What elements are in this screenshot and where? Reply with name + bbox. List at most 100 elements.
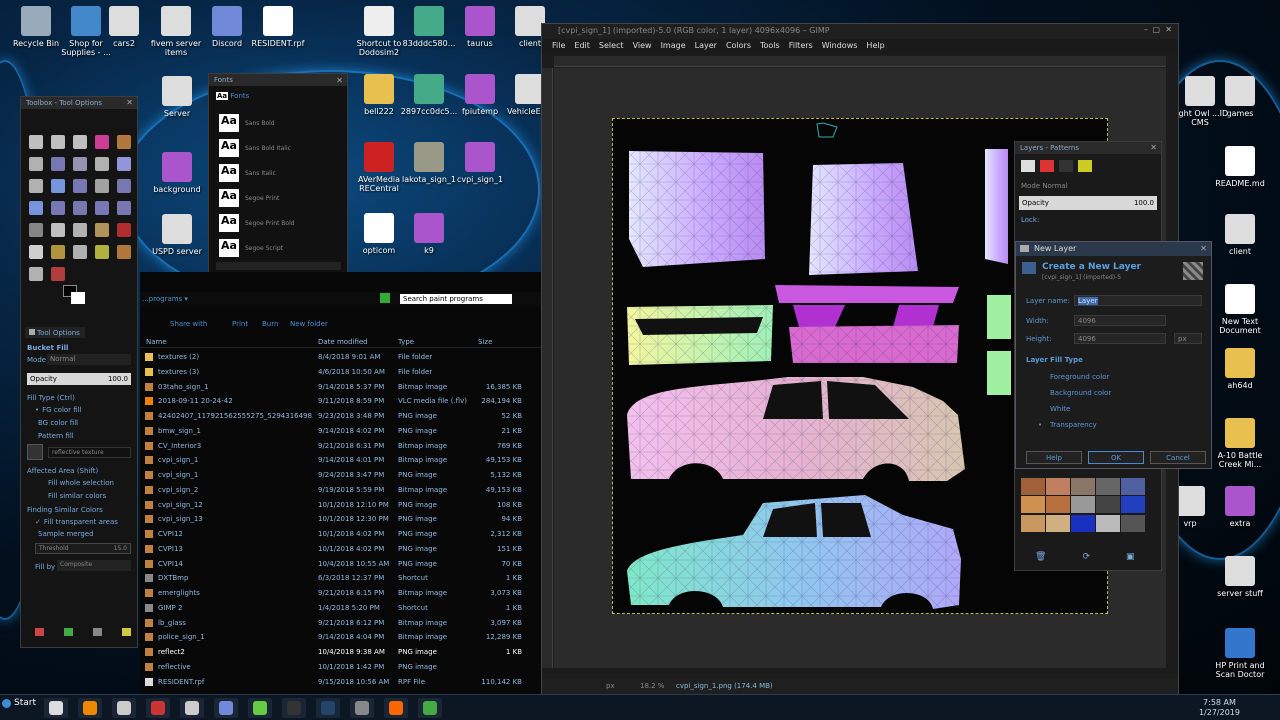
file-row[interactable]: cvpi_sign_1 9/14/2018 4:01 PM Bitmap image… bbox=[140, 453, 542, 468]
font-list-item[interactable]: Aa Segoe Script bbox=[219, 237, 337, 262]
file-row[interactable]: textures (3) 4/6/2018 10:50 AM File folder bbox=[140, 365, 542, 380]
taskbar-app[interactable] bbox=[316, 698, 340, 718]
file-row[interactable]: CVPI13 10/1/2018 4:02 PM PNG image 151 KB bbox=[140, 542, 542, 557]
free-select-tool-icon[interactable] bbox=[73, 135, 87, 149]
menu-layer[interactable]: Layer bbox=[695, 41, 717, 52]
unit-select[interactable]: px bbox=[606, 682, 615, 690]
pattern-swatch[interactable] bbox=[1046, 478, 1070, 495]
file-row[interactable]: textures (2) 8/4/2018 9:01 AM File folder bbox=[140, 350, 542, 365]
menu-select[interactable]: Select bbox=[599, 41, 624, 52]
fuzzy-select-tool-icon[interactable] bbox=[95, 135, 109, 149]
desktop-icon[interactable]: A-10 Battle Creek Mi... bbox=[1208, 418, 1272, 469]
close-icon[interactable]: ✕ bbox=[1165, 25, 1172, 34]
desktop-icon[interactable]: Server bbox=[145, 76, 209, 118]
taskbar-app[interactable] bbox=[214, 698, 238, 718]
ok-button[interactable]: OK bbox=[1088, 451, 1144, 464]
eraser-tool-icon[interactable] bbox=[29, 245, 43, 259]
perspective-tool-icon[interactable] bbox=[73, 201, 87, 215]
affected-radio[interactable]: Fill whole selection bbox=[48, 479, 114, 487]
taskbar-app[interactable] bbox=[146, 698, 170, 718]
menu-filters[interactable]: Filters bbox=[789, 41, 813, 52]
desktop-icon[interactable]: HP Print and Scan Doctor bbox=[1208, 628, 1272, 679]
minimize-icon[interactable]: – bbox=[1144, 25, 1148, 34]
menu-file[interactable]: File bbox=[552, 41, 565, 52]
pattern-swatch[interactable] bbox=[1071, 514, 1095, 532]
height-input[interactable]: 4096 bbox=[1074, 333, 1166, 344]
tab-tool-options[interactable]: Tool Options bbox=[25, 327, 85, 338]
close-icon[interactable]: ✕ bbox=[126, 98, 133, 107]
file-row[interactable]: DXTBmp 6/3/2018 12:37 PM Shortcut 1 KB bbox=[140, 571, 542, 586]
blend-tool-icon[interactable] bbox=[73, 223, 87, 237]
layer-opacity-slider[interactable]: Opacity 100.0 bbox=[1019, 196, 1157, 210]
pattern-preview[interactable] bbox=[27, 444, 43, 460]
fill-by-select[interactable]: Composite bbox=[57, 560, 131, 571]
fill-type-radio[interactable]: Pattern fill bbox=[35, 432, 74, 440]
desktop-icon[interactable]: RESIDENT.rpf bbox=[246, 6, 310, 48]
finding-checkbox[interactable]: ✓ Fill transparent areas bbox=[35, 518, 118, 526]
column-type[interactable]: Type bbox=[398, 338, 414, 346]
file-row[interactable]: cvpi_sign_12 10/1/2018 12:10 PM PNG image 1… bbox=[140, 498, 542, 513]
close-icon[interactable]: ✕ bbox=[336, 76, 343, 85]
vertical-ruler[interactable] bbox=[542, 68, 553, 668]
close-icon[interactable]: ✕ bbox=[1200, 244, 1207, 253]
smudge-tool-icon[interactable] bbox=[29, 267, 43, 281]
flip-tool-icon[interactable] bbox=[95, 201, 109, 215]
taskbar-app[interactable] bbox=[78, 698, 102, 718]
desktop-icon[interactable]: ah64d bbox=[1208, 348, 1272, 390]
refresh-icon[interactable]: ⟳ bbox=[1082, 552, 1090, 562]
ellipse-select-tool-icon[interactable] bbox=[51, 135, 65, 149]
color-picker-tool-icon[interactable] bbox=[95, 157, 109, 171]
file-row[interactable]: GIMP 2 1/4/2018 5:20 PM Shortcut 1 KB bbox=[140, 601, 542, 616]
menu-tools[interactable]: Tools bbox=[760, 41, 780, 52]
fill-option-radio[interactable]: • Transparency bbox=[1038, 421, 1097, 429]
cancel-button[interactable]: Cancel bbox=[1150, 451, 1206, 464]
file-row[interactable]: cvpi_sign_13 10/1/2018 12:30 PM PNG image 9… bbox=[140, 512, 542, 527]
pattern-swatch[interactable] bbox=[1096, 514, 1120, 532]
file-row[interactable]: RESIDENT.rpf 9/15/2018 10:56 AM RPF File 11… bbox=[140, 675, 542, 690]
search-input[interactable]: Search paint programs bbox=[400, 294, 512, 304]
toolbar-burn[interactable]: Burn bbox=[262, 320, 278, 328]
column-size[interactable]: Size bbox=[478, 338, 492, 346]
taskbar-app[interactable] bbox=[248, 698, 272, 718]
delete-icon[interactable] bbox=[93, 628, 102, 636]
foreground-select-tool-icon[interactable] bbox=[51, 157, 65, 171]
horizontal-scrollbar[interactable] bbox=[216, 262, 341, 270]
desktop-icon[interactable]: README.md bbox=[1208, 146, 1272, 188]
desktop-icon[interactable]: background bbox=[145, 152, 209, 194]
maximize-icon[interactable]: ▢ bbox=[1152, 25, 1160, 34]
clone-tool-icon[interactable] bbox=[95, 245, 109, 259]
file-row[interactable]: CVPI14 10/4/2018 10:55 AM PNG image 70 KB bbox=[140, 557, 542, 572]
file-row[interactable]: bmw_sign_1 9/14/2018 4:02 PM PNG image 21 K… bbox=[140, 424, 542, 439]
pattern-name[interactable]: reflective texture bbox=[48, 447, 131, 458]
fill-type-radio[interactable]: BG color fill bbox=[35, 419, 78, 427]
airbrush-tool-icon[interactable] bbox=[51, 245, 65, 259]
pattern-swatch[interactable] bbox=[1121, 496, 1145, 514]
file-row[interactable]: CV_Interior3 9/21/2018 6:31 PM Bitmap imag… bbox=[140, 439, 542, 454]
font-list-item[interactable]: Aa Segoe Print bbox=[219, 187, 337, 212]
channels-tab-icon[interactable] bbox=[1040, 160, 1054, 172]
undo-tab-icon[interactable] bbox=[1078, 160, 1092, 172]
fill-option-radio[interactable]: White bbox=[1038, 405, 1070, 413]
horizontal-ruler[interactable] bbox=[554, 56, 1166, 67]
zoom-select[interactable]: 18.2 % bbox=[640, 682, 664, 690]
menu-windows[interactable]: Windows bbox=[822, 41, 858, 52]
cage-tool-icon[interactable] bbox=[117, 201, 131, 215]
pencil-tool-icon[interactable] bbox=[95, 223, 109, 237]
file-row[interactable]: 2018-09-11 20-24-42 9/11/2018 8:59 PM VLC … bbox=[140, 394, 542, 409]
folder-icon[interactable]: ▣ bbox=[1126, 552, 1135, 562]
pattern-swatch[interactable] bbox=[1096, 496, 1120, 514]
opacity-slider[interactable]: Opacity 100.0 bbox=[27, 373, 131, 385]
pattern-swatch[interactable] bbox=[1021, 514, 1045, 532]
menu-view[interactable]: View bbox=[633, 41, 652, 52]
scale-tool-icon[interactable] bbox=[29, 201, 43, 215]
taskbar-app[interactable] bbox=[384, 698, 408, 718]
desktop-icon[interactable]: client bbox=[1208, 214, 1272, 256]
desktop-icon[interactable]: New Text Document bbox=[1208, 284, 1272, 335]
menu-colors[interactable]: Colors bbox=[726, 41, 751, 52]
file-row[interactable]: cvpi_sign_1 9/24/2018 3:47 PM PNG image 5,1… bbox=[140, 468, 542, 483]
finding-checkbox[interactable]: Sample merged bbox=[35, 530, 94, 538]
file-row[interactable]: CVPI12 10/1/2018 4:02 PM PNG image 2,312 KB bbox=[140, 527, 542, 542]
file-row[interactable]: reflect2 10/4/2018 9:38 AM PNG image 1 KB bbox=[140, 645, 542, 660]
reset-icon[interactable] bbox=[122, 628, 131, 636]
move-tool-icon[interactable] bbox=[51, 179, 65, 193]
